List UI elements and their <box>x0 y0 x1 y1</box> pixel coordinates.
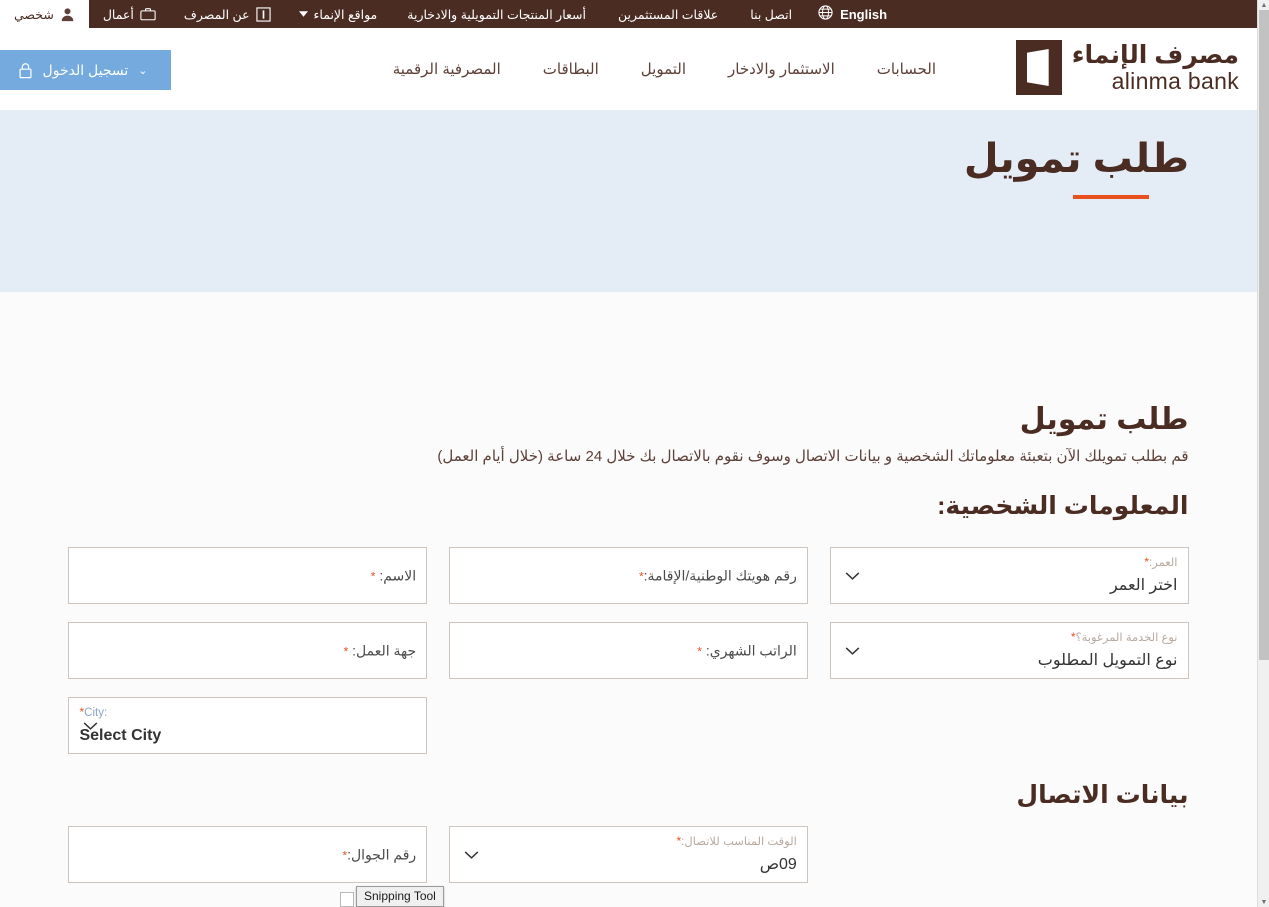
chevron-down-icon <box>845 644 860 657</box>
snipping-tool-tooltip: Snipping Tool <box>356 886 444 907</box>
content-inner: طلب تمويل قم بطلب تمويلك الآن بتعبئة معل… <box>68 292 1189 883</box>
briefcase-icon <box>140 7 156 21</box>
city-select-label: *City: <box>79 705 108 719</box>
hero-banner: طلب تمويل <box>0 110 1257 292</box>
monthly-salary-input[interactable]: الراتب الشهري: * <box>449 622 808 679</box>
util-tab-about-label: عن المصرف <box>183 7 250 22</box>
age-select[interactable]: العمر:* اختر العمر <box>829 547 1189 604</box>
scrollbar-thumb[interactable] <box>1259 10 1269 660</box>
age-select-label: العمر:* <box>1144 555 1178 569</box>
form-row-1: العمر:* اختر العمر رقم هويتك الوطنية/الإ… <box>68 547 1189 604</box>
utility-top-bar: شخصي أعمال عن المصرف مواقع الإنماء أسعار… <box>0 0 1257 28</box>
chevron-down-icon <box>845 569 860 582</box>
alinma-logo-mark-icon <box>1015 40 1062 95</box>
login-button[interactable]: تسجيل الدخول ⌄ <box>0 50 171 90</box>
util-tab-about-bank[interactable]: عن المصرف <box>170 0 285 28</box>
form-col-city: *City: Select City <box>68 697 428 754</box>
page-viewport: شخصي أعمال عن المصرف مواقع الإنماء أسعار… <box>0 0 1257 907</box>
service-type-select[interactable]: نوع الخدمة المرغوبة؟* نوع التمويل المطلو… <box>829 622 1189 679</box>
util-tab-personal-label: شخصي <box>14 7 54 22</box>
hero-title-underline <box>1073 195 1149 199</box>
logo-text-block: مصرف الإنماء alinma bank <box>1071 41 1239 94</box>
national-id-label: رقم هويتك الوطنية/الإقامة:* <box>638 567 797 583</box>
form-col-age: العمر:* اختر العمر <box>829 547 1189 604</box>
contact-time-label: الوقت المناسب للاتصال:* <box>676 834 797 848</box>
chevron-down-icon <box>464 848 479 861</box>
language-label: English <box>840 6 888 22</box>
contact-time-select[interactable]: الوقت المناسب للاتصال:* 09ص <box>449 826 808 883</box>
snipping-tool-stub <box>340 892 354 907</box>
city-select[interactable]: *City: Select City <box>68 697 428 754</box>
chevron-down-icon <box>83 719 98 732</box>
site-header: مصرف الإنماء alinma bank الحسابات الاستث… <box>0 28 1257 110</box>
util-link-investor-relations[interactable]: علاقات المستثمرين <box>602 0 734 28</box>
form-col-monthly-salary: الراتب الشهري: * <box>449 622 808 679</box>
language-switcher[interactable]: English <box>808 0 902 28</box>
browser-page: شخصي أعمال عن المصرف مواقع الإنماء أسعار… <box>0 0 1269 907</box>
form-col-service-type: نوع الخدمة المرغوبة؟* نوع التمويل المطلو… <box>829 622 1189 679</box>
name-input[interactable]: الاسم: * <box>68 547 428 604</box>
login-button-label: تسجيل الدخول <box>42 61 129 78</box>
name-label: الاسم: * <box>370 567 417 583</box>
employer-label: جهة العمل: * <box>343 642 417 658</box>
service-type-value: نوع التمويل المطلوب <box>1037 652 1178 669</box>
nav-item-cards[interactable]: البطاقات <box>522 60 620 78</box>
nav-item-financing[interactable]: التمويل <box>620 60 707 78</box>
util-link-product-rates[interactable]: أسعار المنتجات التمويلية والادخارية <box>391 0 602 28</box>
employer-input[interactable]: جهة العمل: * <box>68 622 428 679</box>
nav-item-digital-banking[interactable]: المصرفية الرقمية <box>372 60 522 78</box>
utility-left-group: أسعار المنتجات التمويلية والادخارية علاق… <box>391 0 902 28</box>
util-tab-locations-label: مواقع الإنماء <box>313 7 378 22</box>
lock-icon <box>18 62 33 79</box>
form-row-4: الوقت المناسب للاتصال:* 09ص رقم الجوال:* <box>68 826 1189 883</box>
util-tab-personal[interactable]: شخصي <box>0 0 89 28</box>
form-col-employer: جهة العمل: * <box>68 622 428 679</box>
person-icon <box>60 7 75 22</box>
age-select-value: اختر العمر <box>1109 577 1178 594</box>
scroll-up-arrow-icon[interactable]: ▲ <box>1258 0 1269 10</box>
util-tab-business[interactable]: أعمال <box>89 0 170 28</box>
form-col-mobile: رقم الجوال:* <box>68 826 428 883</box>
scroll-down-arrow-icon[interactable]: ▼ <box>1258 897 1269 907</box>
required-asterisk: * <box>370 569 376 583</box>
hero-title: طلب تمويل <box>963 137 1189 181</box>
page-title: طلب تمويل <box>1019 403 1189 436</box>
main-navigation: الحسابات الاستثمار والادخار التمويل البط… <box>372 28 957 110</box>
form-col-name: الاسم: * <box>68 547 428 604</box>
info-icon <box>255 6 271 22</box>
page-subtitle: قم بطلب تمويلك الآن بتعبئة معلوماتك الشخ… <box>437 448 1189 465</box>
form-row-3: *City: Select City <box>68 697 1189 754</box>
util-tab-business-label: أعمال <box>102 7 134 22</box>
personal-info-heading: المعلومات الشخصية: <box>937 492 1189 520</box>
logo-english-text: alinma bank <box>1111 67 1239 94</box>
alinma-logo[interactable]: مصرف الإنماء alinma bank <box>1015 40 1239 95</box>
form-col-contact-time: الوقت المناسب للاتصال:* 09ص <box>449 826 808 883</box>
logo-arabic-text: مصرف الإنماء <box>1071 41 1239 70</box>
page-scrollbar[interactable]: ▲ ▼ <box>1257 0 1269 907</box>
globe-icon <box>818 5 833 23</box>
mobile-input[interactable]: رقم الجوال:* <box>68 826 428 883</box>
util-tab-alinma-locations[interactable]: مواقع الإنماء <box>285 0 392 28</box>
contact-info-heading: بيانات الاتصال <box>1016 781 1189 809</box>
national-id-input[interactable]: رقم هويتك الوطنية/الإقامة:* <box>449 547 808 604</box>
form-row-2: نوع الخدمة المرغوبة؟* نوع التمويل المطلو… <box>68 622 1189 679</box>
contact-time-value: 09ص <box>759 856 797 873</box>
required-asterisk: * <box>343 644 349 658</box>
nav-item-accounts[interactable]: الحسابات <box>856 60 957 78</box>
nav-item-investment-savings[interactable]: الاستثمار والادخار <box>707 60 856 78</box>
mobile-label: رقم الجوال:* <box>342 846 417 862</box>
chevron-down-icon <box>298 11 308 17</box>
monthly-salary-label: الراتب الشهري: * <box>697 642 797 658</box>
main-content: طلب تمويل قم بطلب تمويلك الآن بتعبئة معل… <box>0 292 1257 907</box>
chevron-down-icon: ⌄ <box>138 64 148 77</box>
service-type-label: نوع الخدمة المرغوبة؟* <box>1070 630 1178 644</box>
required-asterisk: * <box>697 644 702 658</box>
form-col-national-id: رقم هويتك الوطنية/الإقامة:* <box>449 547 808 604</box>
util-link-contact-us[interactable]: اتصل بنا <box>734 0 808 28</box>
